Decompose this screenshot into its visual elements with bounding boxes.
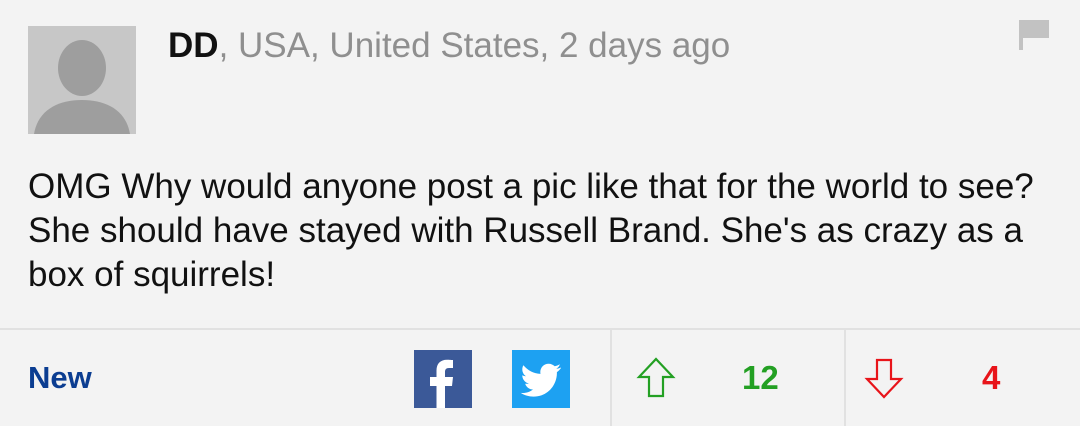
new-label[interactable]: New bbox=[28, 360, 92, 396]
facebook-share-button[interactable] bbox=[414, 350, 472, 408]
flag-icon[interactable] bbox=[1017, 20, 1051, 50]
location-time: , USA, United States, 2 days ago bbox=[218, 26, 731, 65]
comment-footer: New 12 4 bbox=[0, 330, 1080, 426]
default-avatar-icon bbox=[28, 26, 136, 134]
comment-text: OMG Why would anyone post a pic like tha… bbox=[28, 167, 1034, 294]
down-arrow-icon bbox=[864, 358, 904, 399]
separator bbox=[610, 330, 612, 426]
author-name[interactable]: DD bbox=[168, 26, 219, 65]
downvote-button[interactable] bbox=[864, 356, 904, 400]
separator bbox=[844, 330, 846, 426]
downvote-count: 4 bbox=[982, 359, 1001, 396]
comment-card: DD, USA, United States, 2 days ago OMG W… bbox=[0, 0, 1080, 426]
twitter-icon bbox=[520, 363, 561, 397]
upvote-button[interactable] bbox=[636, 356, 676, 400]
comment-meta: DD, USA, United States, 2 days ago bbox=[168, 24, 730, 68]
upvote-count: 12 bbox=[742, 359, 779, 396]
twitter-share-button[interactable] bbox=[512, 350, 570, 408]
up-arrow-icon bbox=[636, 357, 676, 398]
facebook-icon bbox=[430, 359, 453, 408]
